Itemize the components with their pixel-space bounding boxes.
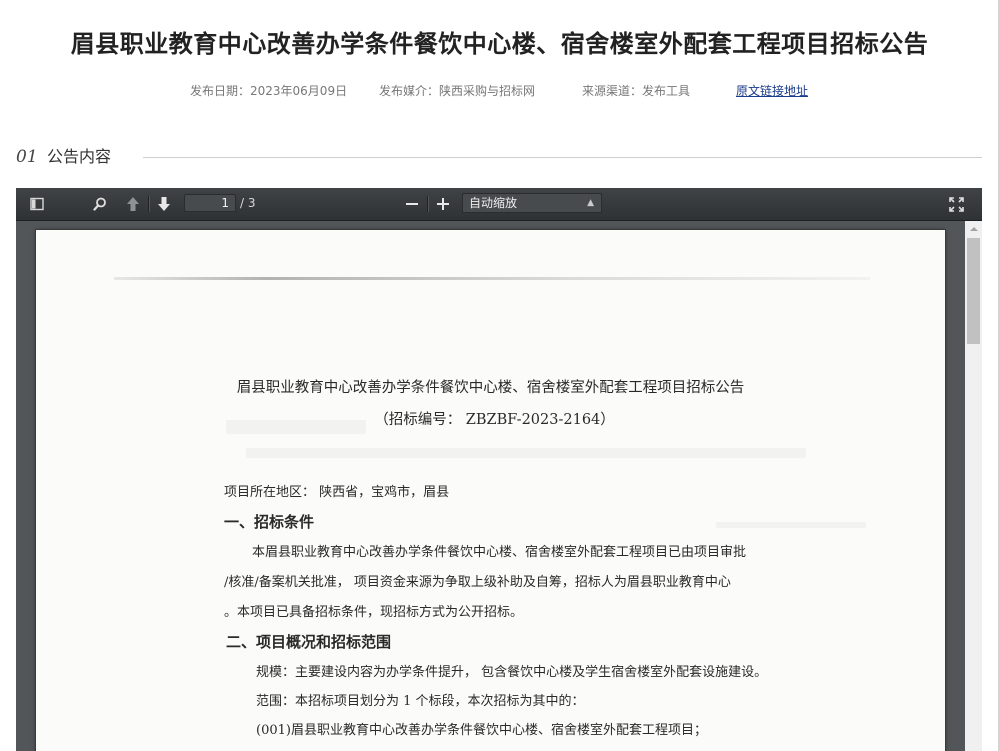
document-region: 项目所在地区： 陕西省，宝鸡市，眉县 [224, 485, 450, 500]
page-total: / 3 [240, 196, 256, 210]
section-number: 01 [16, 147, 38, 167]
fullscreen-icon[interactable] [944, 192, 968, 216]
section-header: 01 公告内容 [16, 144, 982, 170]
page-title: 眉县职业教育中心改善办学条件餐饮中心楼、宿舍楼室外配套工程项目招标公告 [70, 30, 929, 58]
section-title: 公告内容 [47, 147, 112, 166]
zoom-select[interactable]: 自动缩放 ▲ [462, 193, 602, 213]
zoom-value: 自动缩放 [469, 196, 518, 210]
publish-media: 发布媒介：陕西采购与招标网 [379, 84, 536, 98]
arrow-up-icon[interactable] [121, 192, 145, 216]
scroll-thumb[interactable] [967, 238, 980, 344]
toolbar-separator [148, 196, 150, 212]
document-title: 眉县职业教育中心改善办学条件餐饮中心楼、宿舍楼室外配套工程项目招标公告 [236, 380, 745, 396]
plus-icon[interactable] [431, 192, 455, 216]
meta-bar: 发布日期：2023年06月09日 发布媒介：陕西采购与招标网 来源渠道：发布工具… [0, 82, 999, 100]
page-number-input[interactable]: 1 [184, 194, 236, 212]
sidebar-toggle-icon[interactable] [24, 192, 50, 216]
document-text-line: 本眉县职业教育中心改善办学条件餐饮中心楼、宿舍楼室外配套工程项目已由项目审批 [252, 545, 747, 560]
scroll-up-button[interactable] [965, 221, 982, 237]
pdf-toolbar: 1 / 3 自动缩放 ▲ [16, 188, 982, 221]
document-text-line: 。本项目已具备招标条件，现招标方式为公开招标。 [224, 605, 524, 620]
scan-artifact [246, 448, 806, 458]
section-divider [143, 157, 982, 158]
search-icon[interactable] [87, 192, 113, 216]
document-text-line: (001)眉县职业教育中心改善办学条件餐饮中心楼、宿舍楼室外配套工程项目； [256, 723, 707, 738]
document-text-line: 规模：主要建设内容为办学条件提升， 包含餐饮中心楼及学生宿舍楼室外配套设施建设。 [256, 665, 768, 680]
vertical-scrollbar[interactable] [965, 221, 982, 751]
document-text-line: /核准/备案机关批准， 项目资金来源为争取上级补助及自筹，招标人为眉县职业教育中… [224, 575, 731, 590]
scan-artifact [716, 522, 866, 528]
document-code: （招标编号： ZBZBF-2023-2164） [374, 412, 615, 428]
pdf-viewer: 1 / 3 自动缩放 ▲ 眉县职业教育中心改善办学条件餐饮中心楼、宿舍楼室外配套… [16, 188, 982, 751]
document-heading: 一、招标条件 [224, 513, 315, 531]
toolbar-separator [427, 196, 429, 212]
publish-date: 发布日期：2023年06月09日 [190, 84, 348, 98]
source-channel: 来源渠道：发布工具 [582, 84, 691, 98]
minus-icon[interactable] [400, 192, 424, 216]
original-link[interactable]: 原文链接地址 [736, 82, 808, 100]
document-heading: 二、项目概况和招标范围 [226, 633, 392, 651]
scan-artifact [114, 277, 870, 280]
document-text-line: 范围：本招标项目划分为 1 个标段，本次招标为其中的： [256, 694, 585, 709]
select-arrows-icon: ▲ [587, 198, 594, 208]
arrow-down-icon[interactable] [152, 192, 176, 216]
pdf-page: 眉县职业教育中心改善办学条件餐饮中心楼、宿舍楼室外配套工程项目招标公告 （招标编… [36, 230, 945, 751]
